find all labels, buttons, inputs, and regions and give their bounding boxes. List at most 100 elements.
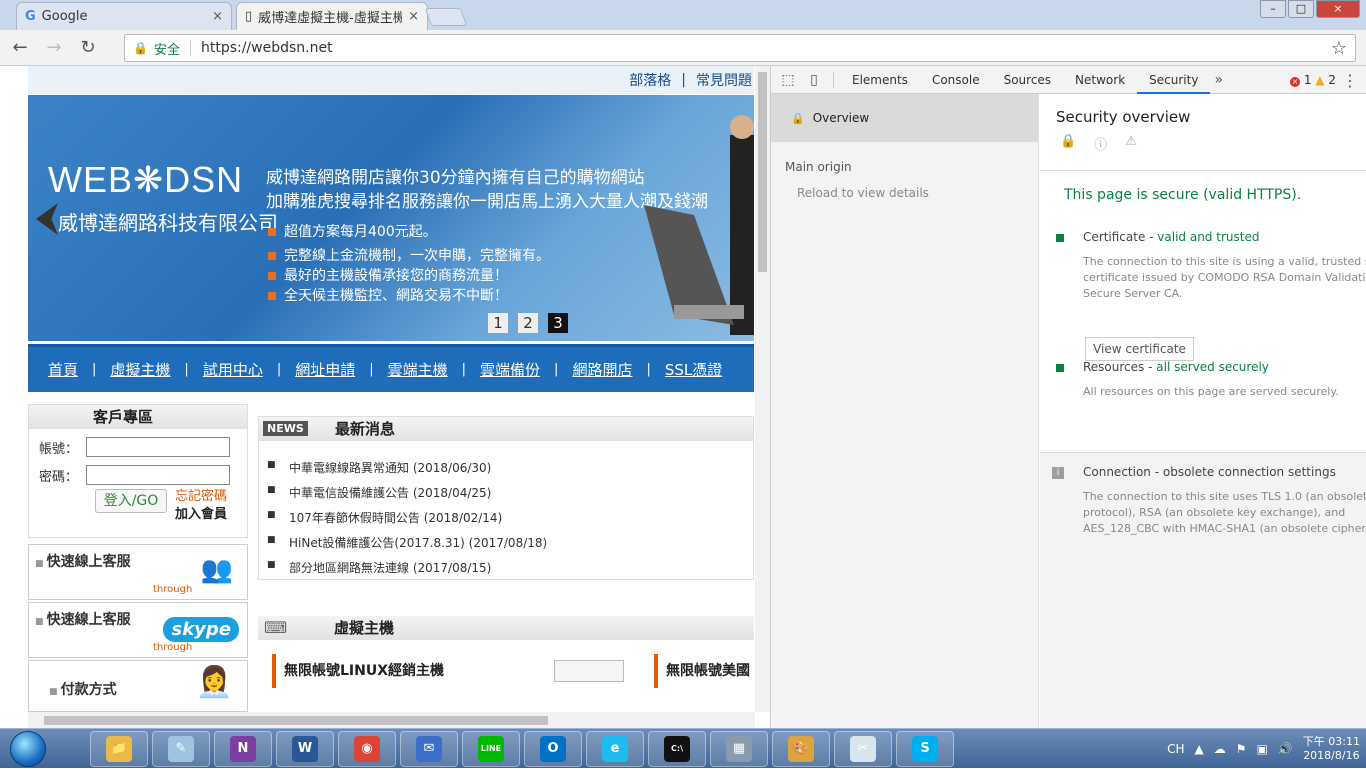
nav-domain[interactable]: 網址申請 [295, 359, 355, 380]
banner-page-2[interactable]: 2 [518, 313, 538, 333]
account-input[interactable] [86, 437, 231, 457]
tray-expand-icon[interactable]: ▲ [1195, 742, 1204, 756]
payment-methods[interactable]: 付款方式 👩‍💼 [28, 660, 248, 712]
tab-security[interactable]: Security [1137, 66, 1211, 94]
news-panel-title: 最新消息 [259, 417, 753, 441]
more-tabs-icon[interactable]: » [1214, 72, 1223, 88]
topbar-link-faq[interactable]: 常見問題 [696, 70, 752, 90]
taskbar-app-notepad[interactable]: ✎ [152, 731, 210, 767]
bookmark-star-icon[interactable]: ☆ [1331, 38, 1347, 59]
banner-page-3[interactable]: 3 [548, 313, 568, 333]
tab-webdsn[interactable]: ▯ 威博達虛擬主機-虛擬主機 × [236, 2, 428, 30]
tab-close-icon[interactable]: × [212, 9, 223, 24]
maximize-button[interactable]: □ [1288, 0, 1314, 18]
page-vertical-scrollbar[interactable] [755, 66, 770, 712]
taskbar-app-word[interactable]: W [276, 731, 334, 767]
taskbar-app-calculator[interactable]: ▦ [710, 731, 768, 767]
news-item[interactable]: 107年春節休假時間公告 (2018/02/14) [267, 509, 753, 526]
tab-google[interactable]: G Google × [16, 2, 232, 30]
nav-ssl[interactable]: SSL憑證 [665, 359, 722, 380]
taskbar-app-explorer[interactable]: 📁 [90, 731, 148, 767]
inspect-element-icon[interactable]: ⬚ [775, 72, 801, 88]
banner-prev-arrow-icon[interactable] [36, 203, 58, 235]
flag-icon[interactable]: ⚑ [1236, 742, 1247, 756]
scrollbar-thumb[interactable] [758, 72, 767, 272]
online-support-skype[interactable]: 快速線上客服 through skype [28, 602, 248, 658]
issue-counters[interactable]: × 1 ▲ 2 [1290, 73, 1336, 87]
tab-sources[interactable]: Sources [992, 66, 1063, 94]
security-state-icons: 🔒 ⓘ ⚠ [1040, 126, 1366, 153]
taskbar-clock[interactable]: 下午 03:11 2018/8/16 [1303, 735, 1360, 763]
nav-cloud-backup[interactable]: 雲端備份 [480, 359, 540, 380]
taskbar-app-cmd[interactable]: C:\ [648, 731, 706, 767]
view-certificate-button[interactable]: View certificate [1085, 337, 1194, 361]
taskbar-app-line[interactable]: LINE [462, 731, 520, 767]
news-item[interactable]: HiNet設備維護公告(2017.8.31) (2017/08/18) [267, 534, 753, 551]
tab-elements[interactable]: Elements [840, 66, 920, 94]
password-input[interactable] [86, 465, 231, 485]
tab-console[interactable]: Console [920, 66, 992, 94]
nav-cloud-host[interactable]: 雲端主機 [388, 359, 448, 380]
more-options-icon[interactable]: ⋮ [1342, 71, 1358, 90]
sidebar-item-overview[interactable]: 🔒 Overview [771, 94, 1038, 142]
join-member-link[interactable]: 加入會員 [175, 503, 227, 522]
nav-virtual-hosting[interactable]: 虛擬主機 [110, 359, 170, 380]
site-topbar: 部落格 | 常見問題 [28, 66, 754, 94]
password-row: 密碼： [39, 465, 247, 485]
nav-online-store[interactable]: 網路開店 [572, 359, 632, 380]
network-icon[interactable]: ▣ [1257, 742, 1268, 756]
minimize-button[interactable]: – [1260, 0, 1286, 18]
notepad-icon: ✎ [168, 736, 194, 762]
lock-icon: 🔒 [133, 41, 148, 55]
topbar-link-blog[interactable]: 部落格 [629, 70, 671, 90]
taskbar-app-onenote[interactable]: N [214, 731, 272, 767]
news-item[interactable]: 中華電線線路異常通知 (2018/06/30) [267, 459, 753, 476]
nav-home[interactable]: 首頁 [48, 359, 78, 380]
news-item[interactable]: 部分地區網路無法連線 (2017/08/15) [267, 559, 753, 576]
ime-indicator[interactable]: CH [1167, 742, 1184, 756]
taskbar-app-skype[interactable]: S [896, 731, 954, 767]
keyboard-icon: ⌨ [264, 618, 288, 637]
topbar-separator: | [681, 72, 686, 88]
cloud-icon[interactable]: ☁ [1214, 742, 1226, 756]
start-button[interactable] [10, 731, 46, 767]
hosting-panel: 虛擬主機 ⌨ 無限帳號LINUX經銷主機 無限帳號美國 [258, 616, 764, 712]
banner-bullet: 最好的主機設備承接您的商務流量！ [268, 265, 508, 285]
businessman-laptop-image [644, 115, 754, 335]
through-label: through [153, 584, 193, 595]
scrollbar-thumb[interactable] [44, 716, 548, 725]
page-viewport: 部落格 | 常見問題 WEB❋DSN 威博達網路科技有限公司 威博達網路開店讓你… [0, 66, 770, 728]
hosting-item-us[interactable]: 無限帳號美國 [654, 654, 764, 688]
onenote-icon: N [230, 736, 256, 762]
taskbar-app-snipping[interactable]: ✂ [834, 731, 892, 767]
taskbar-app-paint[interactable]: 🎨 [772, 731, 830, 767]
device-toggle-icon[interactable]: ▯ [801, 72, 827, 88]
security-sidebar: 🔒 Overview Main origin Reload to view de… [771, 94, 1039, 728]
news-item[interactable]: 中華電信設備維護公告 (2018/04/25) [267, 484, 753, 501]
forgot-password-link[interactable]: 忘記密碼 [175, 485, 227, 504]
reload-icon[interactable]: ↻ [74, 37, 102, 58]
taskbar-app-outlook[interactable]: O [524, 731, 582, 767]
nav-trial-center[interactable]: 試用中心 [203, 359, 263, 380]
url-text[interactable]: https://webdsn.net [201, 40, 333, 56]
tab-close-icon[interactable]: × [408, 9, 419, 24]
close-window-button[interactable]: × [1316, 0, 1360, 18]
through-label: through [153, 642, 193, 653]
taskbar-app-chrome[interactable]: ◉ [338, 731, 396, 767]
thunderbird-icon: ✉ [416, 736, 442, 762]
volume-icon[interactable]: 🔊 [1278, 742, 1293, 756]
new-tab-button[interactable] [424, 8, 468, 26]
login-button[interactable]: 登入/GO [95, 489, 167, 513]
banner-page-1[interactable]: 1 [488, 313, 508, 333]
tab-network[interactable]: Network [1063, 66, 1137, 94]
page-horizontal-scrollbar[interactable] [28, 712, 755, 728]
taskbar-app-thunderbird[interactable]: ✉ [400, 731, 458, 767]
omnibox-divider [189, 40, 191, 56]
outlook-icon: O [540, 736, 566, 762]
taskbar-app-ie[interactable]: e [586, 731, 644, 767]
connection-description: The connection to this site uses TLS 1.0… [1083, 490, 1366, 535]
online-support-msn[interactable]: 快速線上客服 through 👥 [28, 544, 248, 600]
back-arrow-icon[interactable]: ← [6, 37, 34, 58]
forward-arrow-icon[interactable]: → [40, 37, 68, 58]
address-bar[interactable]: 🔒 安全 https://webdsn.net ☆ [124, 34, 1356, 62]
